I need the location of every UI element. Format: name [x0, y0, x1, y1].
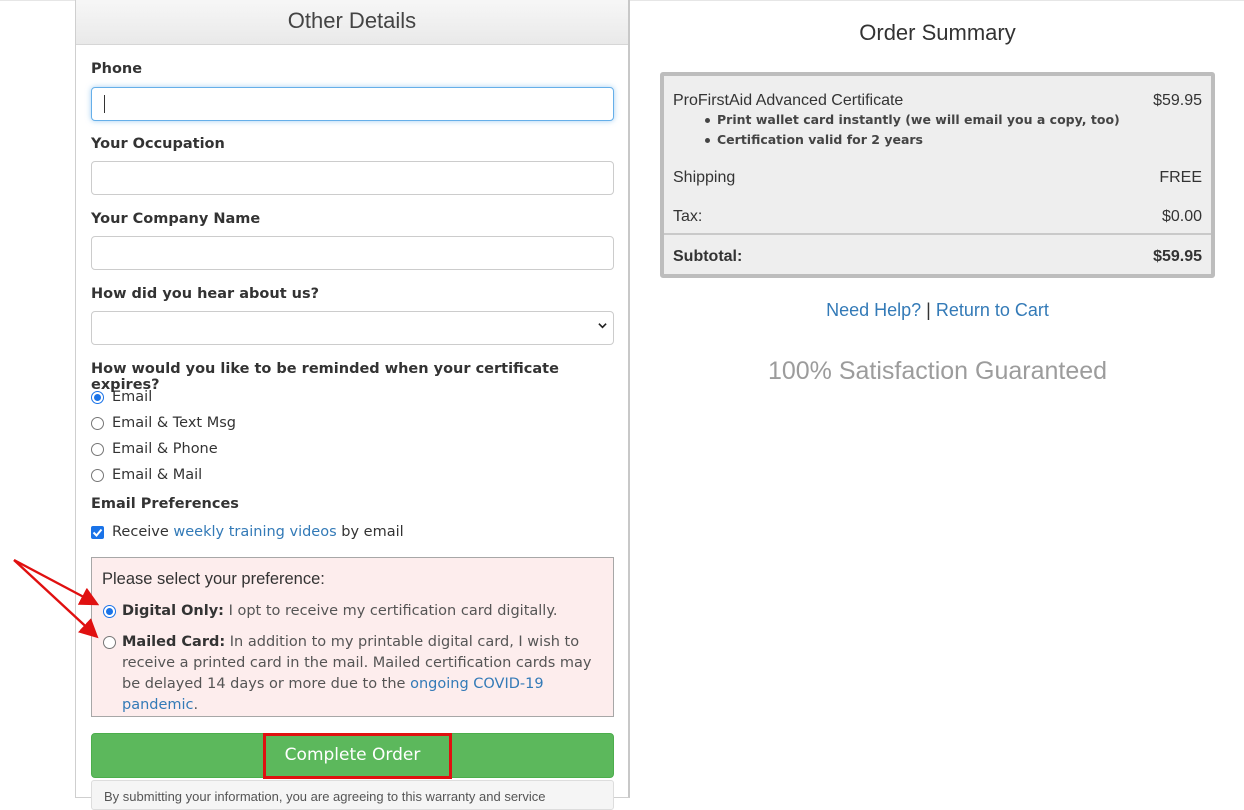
company-input[interactable] [91, 236, 614, 270]
mailed-card-option[interactable]: Mailed Card: In addition to my printable… [102, 632, 602, 716]
annotation-arrows [13, 558, 100, 639]
tax-value: $0.00 [1161, 208, 1202, 225]
tax-row: Tax: $0.00 [673, 208, 1202, 225]
order-summary-title: Order Summary [859, 20, 1016, 45]
subtotal-value: $59.95 [1153, 248, 1202, 265]
weekly-videos-link[interactable]: weekly training videos [173, 524, 336, 540]
subtotal-divider [664, 233, 1211, 235]
text-caret [104, 95, 105, 113]
reminder-option-email-phone[interactable]: Email & Phone [91, 439, 218, 459]
phone-input[interactable] [91, 87, 614, 121]
radio-button[interactable] [91, 390, 104, 404]
return-to-cart-link[interactable]: Return to Cart [936, 300, 1049, 320]
product-feature: Print wallet card instantly (we will ema… [705, 112, 1120, 127]
reminder-label: How would you like to be reminded when y… [91, 361, 559, 393]
card-preference-box: Please select your preference: Digital O… [91, 557, 614, 717]
shipping-value: FREE [1159, 169, 1202, 186]
product-row: ProFirstAid Advanced Certificate $59.95 [673, 92, 1202, 110]
terms-notice: By submitting your information, you are … [91, 780, 614, 810]
email-preferences-label: Email Preferences [91, 496, 239, 512]
radio-button[interactable] [91, 442, 104, 456]
satisfaction-guarantee: 100% Satisfaction Guaranteed [767, 357, 1108, 385]
need-help-link[interactable]: Need Help? [826, 300, 921, 320]
checkmark-icon [92, 528, 103, 537]
complete-order-button[interactable]: Complete Order [91, 733, 614, 778]
product-name: ProFirstAid Advanced Certificate [673, 92, 904, 109]
preference-title: Please select your preference: [102, 570, 325, 588]
product-price: $59.95 [1153, 92, 1202, 109]
order-summary-box: ProFirstAid Advanced Certificate $59.95 … [660, 72, 1215, 278]
panel-title: Other Details [76, 0, 628, 45]
weekly-videos-checkbox[interactable] [91, 525, 104, 539]
reminder-option-email-text[interactable]: Email & Text Msg [91, 413, 236, 433]
digital-only-option[interactable]: Digital Only: I opt to receive my certif… [102, 601, 602, 622]
company-label: Your Company Name [91, 211, 261, 227]
help-links: Need Help? | Return to Cart [826, 300, 1049, 320]
weekly-videos-option[interactable]: Receive weekly training videos by email [91, 522, 404, 542]
occupation-input[interactable] [91, 161, 614, 195]
phone-label: Phone [91, 61, 143, 77]
other-details-panel: Other Details Phone Your Occupation Your… [75, 0, 630, 810]
radio-button[interactable] [91, 468, 104, 482]
subtotal-row: Subtotal: $59.95 [673, 248, 1202, 265]
radio-button[interactable] [91, 416, 104, 430]
referral-label: How did you hear about us? [91, 286, 320, 302]
chevron-down-icon [598, 323, 607, 329]
shipping-row: Shipping FREE [673, 169, 1202, 186]
referral-select[interactable] [91, 311, 614, 345]
reminder-option-email-mail[interactable]: Email & Mail [91, 465, 202, 485]
product-feature: Certification valid for 2 years [705, 132, 923, 147]
occupation-label: Your Occupation [91, 136, 225, 152]
reminder-option-email[interactable]: Email [91, 387, 152, 407]
